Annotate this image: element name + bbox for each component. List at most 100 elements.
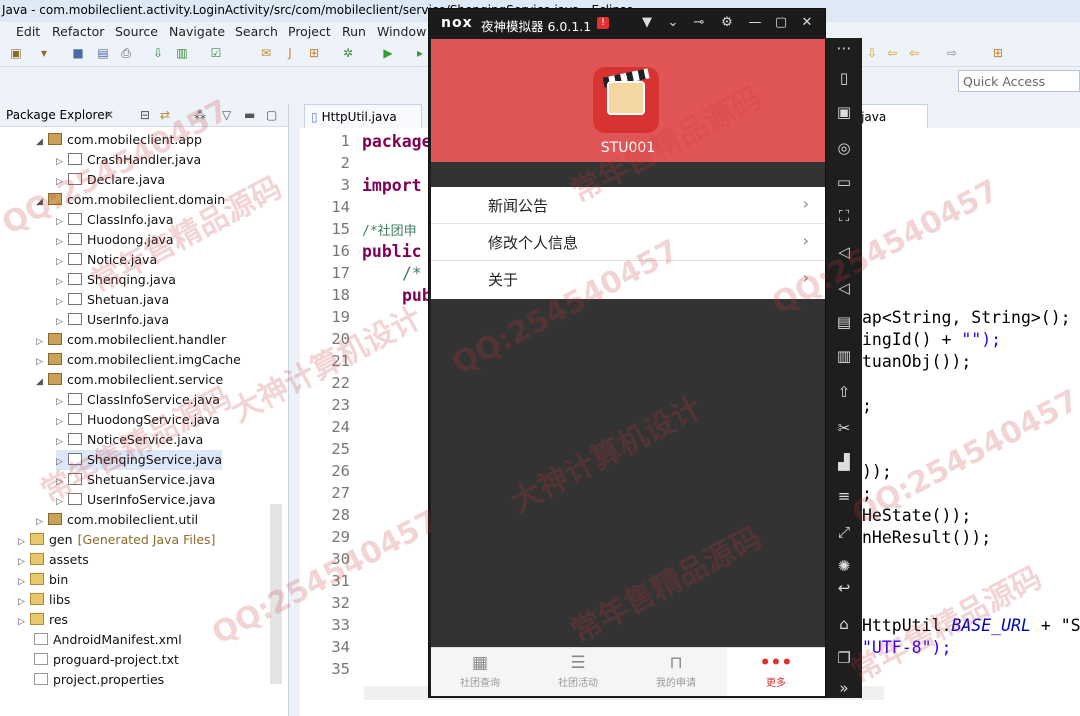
collapsed-arrow-icon[interactable]: ▷ — [56, 292, 68, 312]
maximize-icon[interactable]: ▢ — [773, 15, 789, 30]
run-icon[interactable]: ▶ — [380, 45, 396, 61]
screenshot-icon[interactable]: ▟ — [834, 452, 854, 472]
volume-up-icon[interactable]: ◁ — [834, 242, 854, 262]
close-icon[interactable]: ✕ — [104, 108, 114, 122]
package-item[interactable]: ◢ com.mobileclient.service — [36, 370, 223, 390]
external-tools-icon[interactable]: ▸ — [412, 45, 428, 61]
next-annotation-icon[interactable]: ⇩ — [864, 45, 880, 61]
shake-icon[interactable]: ▯ — [834, 68, 854, 88]
import-icon[interactable]: ⇩ — [150, 45, 166, 61]
resize-icon[interactable]: ⤢ — [834, 522, 854, 542]
menu-window[interactable]: Window — [377, 24, 426, 39]
collapsed-arrow-icon[interactable]: ▷ — [56, 452, 68, 472]
menu-search[interactable]: Search — [235, 24, 278, 39]
nav-more[interactable]: ••• 更多 — [727, 648, 825, 696]
new-icon[interactable]: ▣ — [8, 45, 24, 61]
file-item[interactable]: AndroidManifest.xml — [22, 630, 182, 650]
keyboard-icon[interactable]: ▭ — [834, 172, 854, 192]
package-item[interactable]: ▷ com.mobileclient.util — [36, 510, 198, 530]
expand-icon[interactable]: » — [834, 678, 854, 698]
minimize-icon[interactable]: — — [747, 15, 763, 30]
menu-edit[interactable]: Edit — [16, 24, 40, 39]
nav-my-applications[interactable]: ⊓ 我的申请 — [627, 648, 725, 696]
folder-item[interactable]: ▷ assets — [18, 550, 89, 570]
collapsed-arrow-icon[interactable]: ▷ — [56, 232, 68, 252]
collapsed-arrow-icon[interactable]: ▷ — [56, 272, 68, 292]
expanded-arrow-icon[interactable]: ◢ — [36, 192, 48, 212]
collapsed-arrow-icon[interactable]: ▷ — [56, 212, 68, 232]
collapsed-arrow-icon[interactable]: ▷ — [18, 552, 30, 572]
collapsed-arrow-icon[interactable]: ▷ — [18, 572, 30, 592]
package-item[interactable]: ◢ com.mobileclient.app — [36, 130, 202, 150]
java-file-item[interactable]: ▷ Huodong.java — [56, 230, 174, 250]
collapsed-arrow-icon[interactable]: ▷ — [56, 492, 68, 512]
file-item[interactable]: project.properties — [22, 670, 164, 690]
menu-item-edit-profile[interactable]: 修改个人信息 › — [431, 224, 825, 261]
close-icon[interactable]: ✕ — [799, 15, 815, 30]
open-type-icon[interactable]: ✉ — [258, 45, 274, 61]
java-file-item[interactable]: ▷ UserInfoService.java — [56, 490, 216, 510]
menu-item-about[interactable]: 关于 › — [431, 261, 825, 298]
collapsed-arrow-icon[interactable]: ▷ — [56, 152, 68, 172]
java-file-item[interactable]: ▷ Shenqing.java — [56, 270, 176, 290]
java-file-item[interactable]: ▷ ClassInfoService.java — [56, 390, 220, 410]
java-project-icon[interactable]: J — [282, 45, 298, 61]
menu-refactor[interactable]: Refactor — [52, 24, 104, 39]
fullscreen-icon[interactable]: ⛶ — [834, 206, 854, 226]
expanded-arrow-icon[interactable]: ◢ — [36, 372, 48, 392]
java-file-item[interactable]: ▷ Notice.java — [56, 250, 157, 270]
menu-navigate[interactable]: Navigate — [169, 24, 225, 39]
debug-icon[interactable]: ✲ — [340, 45, 356, 61]
collapsed-arrow-icon[interactable]: ▷ — [18, 532, 30, 552]
apk-install-icon[interactable]: ⇧ — [834, 382, 854, 402]
file-item[interactable]: proguard-project.txt — [22, 650, 179, 670]
menu-run[interactable]: Run — [342, 24, 366, 39]
java-file-item[interactable]: ▷ ShetuanService.java — [56, 470, 215, 490]
nav-club-search[interactable]: ▦ 社团查询 — [431, 648, 529, 696]
java-file-item[interactable]: ▷ HuodongService.java — [56, 410, 220, 430]
back-icon[interactable]: ↩ — [834, 578, 854, 598]
tab-httputil[interactable]: ▯ HttpUtil.java — [304, 104, 422, 128]
java-file-item[interactable]: ▷ Shetuan.java — [56, 290, 169, 310]
collapsed-arrow-icon[interactable]: ▷ — [56, 312, 68, 332]
view-menu-icon[interactable]: ▽ — [222, 108, 231, 122]
package-item[interactable]: ◢ com.mobileclient.domain — [36, 190, 225, 210]
java-file-item[interactable]: ▷ CrashHandler.java — [56, 150, 201, 170]
scissors-icon[interactable]: ✂ — [834, 418, 854, 438]
chevron-down-icon[interactable]: ⌄ — [665, 15, 681, 30]
prev-edit-icon[interactable]: ⇦ — [884, 45, 900, 61]
pin-icon[interactable]: ⊸ — [691, 15, 707, 30]
back-icon[interactable]: ⇦ — [906, 45, 922, 61]
menu-item-news[interactable]: 新闻公告 › — [431, 187, 825, 224]
folder-item[interactable]: ▷ res — [18, 610, 68, 630]
recent-apps-icon[interactable]: ❐ — [834, 648, 854, 668]
export-icon[interactable]: ▥ — [174, 45, 190, 61]
menu-project[interactable]: Project — [288, 24, 331, 39]
filter-icon[interactable]: ⁂ — [194, 108, 206, 122]
quick-access-input[interactable]: Quick Access — [958, 70, 1080, 92]
collapsed-arrow-icon[interactable]: ▷ — [56, 412, 68, 432]
more-dots-icon[interactable]: ⋯ — [834, 38, 854, 58]
collapsed-arrow-icon[interactable]: ▷ — [56, 472, 68, 492]
save-all-icon[interactable]: ▤ — [95, 45, 111, 61]
shirt-icon[interactable]: ▼ — [639, 15, 655, 30]
collapsed-arrow-icon[interactable]: ▷ — [56, 172, 68, 192]
java-file-item[interactable]: ▷ NoticeService.java — [56, 430, 203, 450]
forward-icon[interactable]: ⇨ — [944, 45, 960, 61]
minimize-icon[interactable]: ▬ — [244, 108, 255, 122]
java-file-item[interactable]: ▷ ClassInfo.java — [56, 210, 174, 230]
collapsed-arrow-icon[interactable]: ▷ — [56, 252, 68, 272]
expanded-arrow-icon[interactable]: ◢ — [36, 132, 48, 152]
package-item[interactable]: ▷ com.mobileclient.handler — [36, 330, 226, 350]
package-item[interactable]: ▷ com.mobileclient.imgCache — [36, 350, 241, 370]
folder-item[interactable]: ▷ gen [Generated Java Files] — [18, 530, 215, 550]
collapsed-arrow-icon[interactable]: ▷ — [56, 392, 68, 412]
collapsed-arrow-icon[interactable]: ▷ — [36, 512, 48, 532]
save-icon[interactable]: ■ — [70, 45, 86, 61]
nav-club-activity[interactable]: ☰ 社团活动 — [529, 648, 627, 696]
folder-item[interactable]: ▷ bin — [18, 570, 68, 590]
home-icon[interactable]: ⌂ — [834, 614, 854, 634]
collapsed-arrow-icon[interactable]: ▷ — [18, 612, 30, 632]
menu-icon[interactable]: ≡ — [834, 486, 854, 506]
collapsed-arrow-icon[interactable]: ▷ — [36, 352, 48, 372]
